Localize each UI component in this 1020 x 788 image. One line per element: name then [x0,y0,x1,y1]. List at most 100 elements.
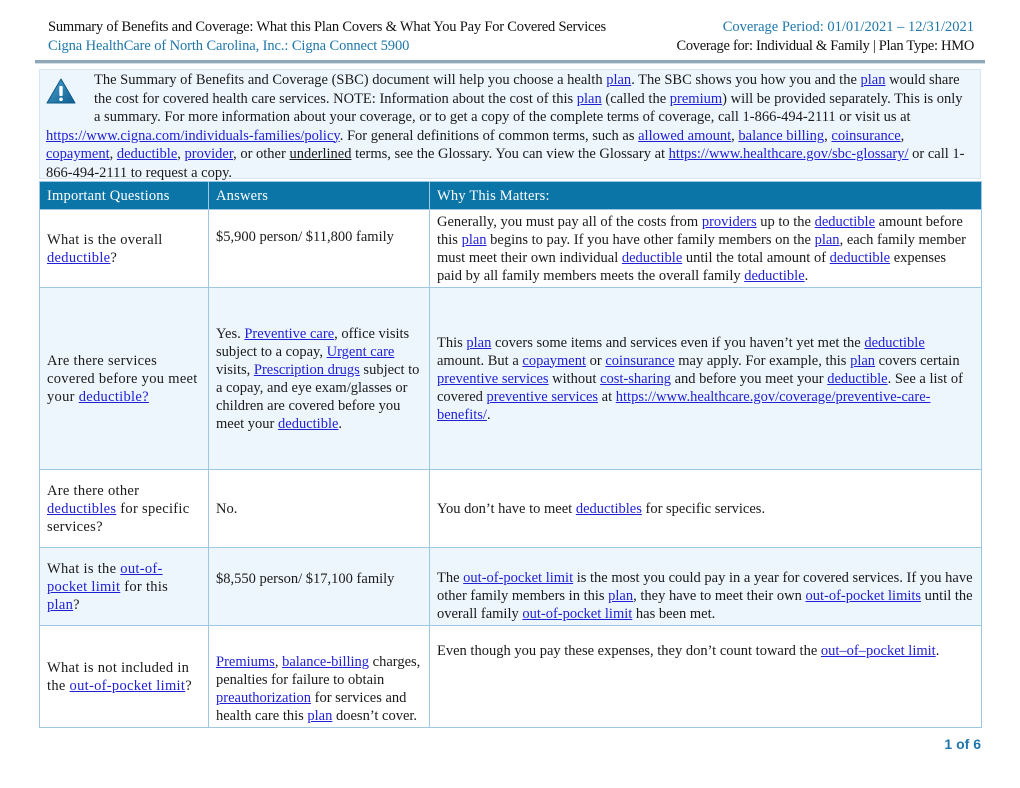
question-text: for this [120,578,169,595]
glossary-link-premium[interactable]: premium [670,91,722,107]
why-text: Even though you pay these expenses, they… [437,643,821,659]
glossary-link-plan[interactable]: plan [466,335,491,351]
why-text: This [437,334,467,351]
glossary-link-copayment[interactable]: copayment [46,146,110,162]
glossary-link-deductible[interactable]: deductible [278,416,338,432]
table-header-row: Important Questions Answers Why This Mat… [39,181,982,210]
glossary-link-deductible[interactable]: deductible? [79,389,149,405]
glossary-link-plan[interactable]: plan [462,232,487,248]
glossary-link-copayment[interactable]: copayment [522,353,586,369]
table-row: Are there other deductibles for specific… [39,469,982,548]
glossary-link-out-of-pocket-limit[interactable]: out-of-pocket limit [463,570,573,586]
question-text: What is the overall [47,231,163,248]
glossary-link-deductible[interactable]: deductible [827,371,887,387]
question-text: ? [73,596,80,613]
glossary-link-providers[interactable]: providers [702,214,757,230]
question-text: ? [110,249,118,266]
why-cell: Generally, you must pay all of the costs… [429,209,982,288]
question-cell: Are there other deductibles for specific… [39,469,209,548]
plan-name: Cigna HealthCare of North Carolina, Inc.… [48,38,410,54]
glossary-link-plan[interactable]: plan [850,353,875,369]
why-cell: Even though you pay these expenses, they… [429,625,982,728]
notice-text-segment: . For general definitions of common term… [339,127,639,144]
notice-text-segment: The Summary of Benefits and Coverage (SB… [94,72,607,88]
glossary-link-cost-sharing[interactable]: cost-sharing [600,371,671,387]
glossary-link-deductible[interactable]: deductible [864,335,924,351]
glossary-link-balance-billing[interactable]: balance billing [738,128,824,144]
table-row: What is not included in the out-of-pocke… [39,625,982,728]
why-text: begins to pay. If you have other family … [486,231,815,248]
why-text: may apply. For example, this [674,352,851,369]
why-text: up to the [756,213,815,230]
glossary-link-deductible[interactable]: deductible [744,268,804,284]
answer-cell: Yes. Preventive care, office visits subj… [208,287,430,470]
glossary-link-plan[interactable]: plan [577,91,602,107]
why-cell: You don’t have to meet deductibles for s… [429,469,982,548]
sbc-notice-box: The Summary of Benefits and Coverage (SB… [39,69,981,181]
glossary-link-deductibles[interactable]: deductibles [576,501,642,517]
why-text: covers certain [875,352,960,369]
why-text: without [548,370,601,387]
glossary-link-preventive-services[interactable]: preventive services [437,371,549,387]
glossary-link-preventive-services[interactable]: preventive services [487,389,599,405]
answer-text: , [274,654,283,670]
glossary-link-coinsurance[interactable]: coinsurance [831,128,900,144]
glossary-link-allowed-amount[interactable]: allowed amount [638,128,731,144]
answer-cell: No. [208,469,430,548]
notice-text-segment: (called the [601,90,670,107]
column-header-why: Why This Matters: [429,181,982,210]
coverage-for: Coverage for: Individual & Family | Plan… [676,38,974,54]
glossary-link-deductible[interactable]: deductible [47,250,110,266]
glossary-link-plan[interactable]: plan [307,708,332,724]
glossary-link-deductible[interactable]: deductible [622,250,682,266]
policy-url-link[interactable]: https://www.cigna.com/individuals-famili… [46,128,340,144]
glossary-link-premiums[interactable]: Premiums [216,654,275,670]
glossary-link-plan[interactable]: plan [47,597,73,613]
why-text: . [804,267,809,284]
why-cell: This plan covers some items and services… [429,287,982,470]
glossary-link-plan[interactable]: plan [815,232,840,248]
glossary-link-deductible[interactable]: deductible [815,214,875,230]
glossary-link-preventive-care[interactable]: Preventive care [244,326,334,342]
glossary-link-out-of-pocket-limit[interactable]: out-of-pocket limit [70,678,186,694]
glossary-link-plan[interactable]: plan [861,72,886,88]
icon-spacer [46,71,94,126]
header-divider [35,60,985,64]
glossary-link-preauthorization[interactable]: preauthorization [216,690,311,706]
question-text: Are there other [47,482,140,499]
why-text: until the total amount of [682,249,830,266]
answer-text: visits, [216,361,254,378]
glossary-link-deductible[interactable]: deductible [830,250,890,266]
answer-cell: $5,900 person/ $11,800 family [208,209,430,288]
glossary-url-link[interactable]: https://www.healthcare.gov/sbc-glossary/ [669,146,909,162]
table-row: What is the out-of-pocket limit for this… [39,547,982,626]
glossary-link-urgent-care[interactable]: Urgent care [327,344,395,360]
glossary-link-out-of-pocket-limit[interactable]: out-of-pocket limit [522,606,632,622]
answer-text: $8,550 person/ $17,100 family [216,571,395,587]
why-text: covers some items and services even if y… [491,334,865,351]
answer-text: $5,900 person/ $11,800 family [216,229,394,245]
glossary-link-provider[interactable]: provider [185,146,234,162]
column-header-answers: Answers [208,181,430,210]
notice-text-segment: , [900,127,905,144]
notice-text-segment: . The SBC shows you how you and the [631,72,861,88]
glossary-link-out-of-pocket-limit[interactable]: out–of–pocket limit [821,643,936,659]
answer-text: . [338,415,343,432]
sbc-table: Important Questions Answers Why This Mat… [39,181,982,728]
glossary-link-plan[interactable]: plan [608,588,633,604]
glossary-link-plan[interactable]: plan [606,72,631,88]
why-text: and before you meet your [670,370,828,387]
glossary-link-deductibles[interactable]: deductibles [47,501,116,517]
glossary-link-deductible[interactable]: deductible [117,146,177,162]
why-text: or [586,352,606,369]
question-cell: What is the out-of-pocket limit for this… [39,547,209,626]
notice-text-segment: , [109,146,117,162]
notice-text-segment: terms, see the Glossary. You can view th… [351,146,669,162]
glossary-link-balance-billing[interactable]: balance-billing [282,654,369,670]
underlined-term: underlined [289,146,352,162]
column-header-questions: Important Questions [39,181,209,210]
glossary-link-out-of-pocket-limits[interactable]: out-of-pocket limits [805,588,921,604]
glossary-link-coinsurance[interactable]: coinsurance [605,353,674,369]
glossary-link-prescription-drugs[interactable]: Prescription drugs [254,362,360,378]
question-cell: Are there services covered before you me… [39,287,209,470]
